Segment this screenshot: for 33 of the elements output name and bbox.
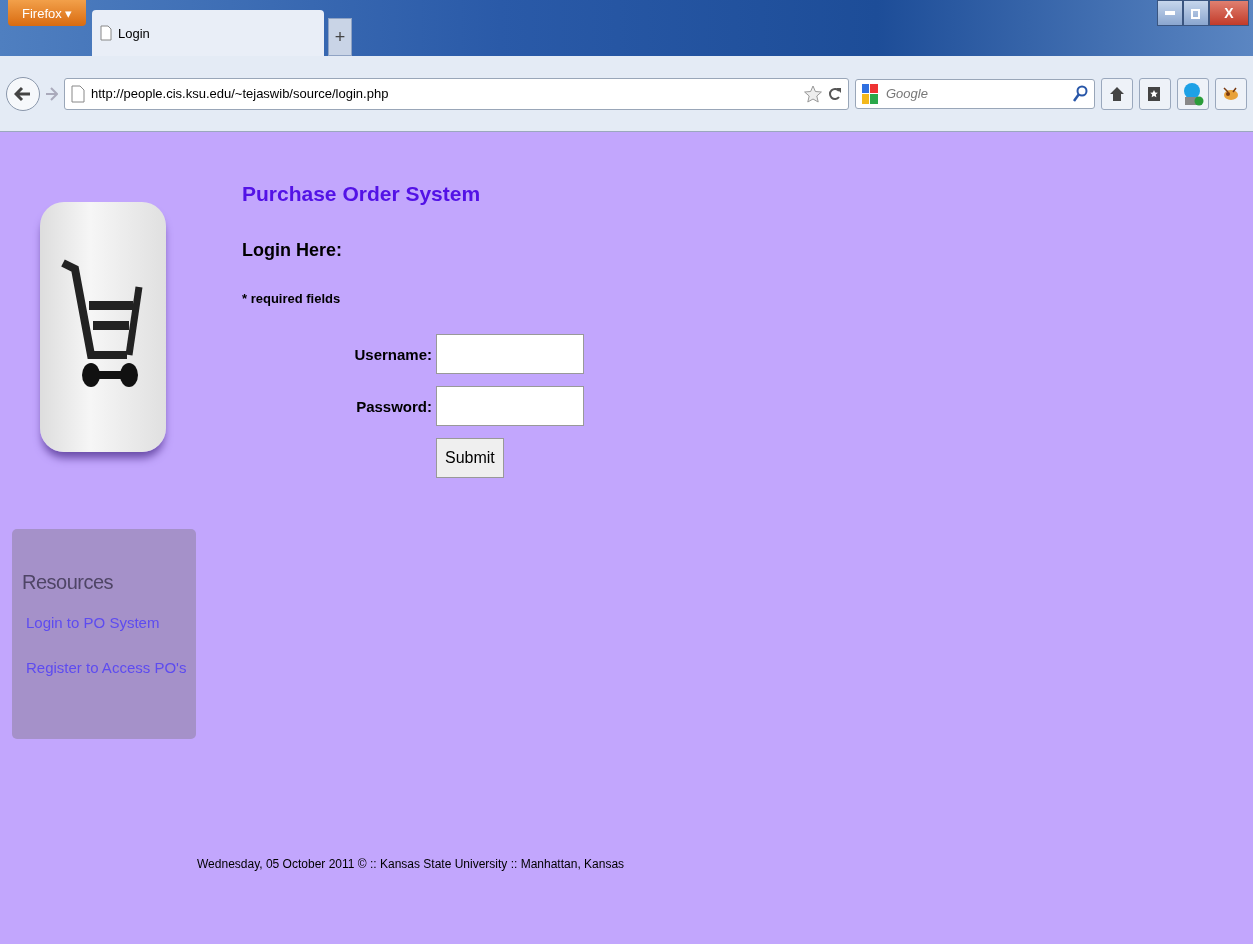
- phone-app-icon: [1182, 81, 1204, 106]
- minimize-button[interactable]: [1157, 0, 1183, 26]
- resources-title: Resources: [22, 571, 115, 594]
- address-bar[interactable]: http://people.cis.ksu.edu/~tejaswib/source/login.php: [64, 77, 849, 110]
- page-icon: [100, 25, 112, 41]
- star-book-icon: [1147, 85, 1163, 102]
- home-button[interactable]: [1101, 77, 1133, 110]
- back-arrow-icon: [14, 85, 32, 102]
- restore-button[interactable]: [1183, 0, 1209, 26]
- submit-button[interactable]: Submit: [436, 438, 504, 478]
- field-label: Username:: [353, 345, 432, 363]
- search-icon[interactable]: [1072, 84, 1088, 103]
- page-icon: [71, 84, 85, 103]
- back-button[interactable]: [6, 76, 40, 111]
- reload-icon[interactable]: [828, 85, 842, 102]
- username-field[interactable]: [436, 334, 584, 374]
- search-engine-icon: [862, 83, 878, 104]
- home-icon: [1109, 85, 1125, 102]
- footer-text: Wednesday, 05 October 2011 © :: Kansas State University :: Manhattan, Kansas: [197, 856, 626, 873]
- password-field[interactable]: [436, 386, 584, 426]
- minimize-icon: [1165, 11, 1175, 15]
- skype-button[interactable]: [1177, 77, 1209, 110]
- login-heading: Login Here:: [242, 240, 343, 261]
- search-bar[interactable]: Google: [855, 78, 1095, 109]
- close-button[interactable]: X: [1209, 0, 1249, 26]
- browser-tab[interactable]: Login: [92, 10, 324, 56]
- new-tab-button[interactable]: +: [328, 18, 352, 56]
- field-label: Password:: [355, 397, 432, 415]
- restore-icon: [1191, 7, 1201, 19]
- required-note: * required fields: [242, 291, 342, 306]
- star-icon[interactable]: [804, 84, 822, 103]
- page-title: Purchase Order System: [242, 182, 482, 206]
- bookmarks-button[interactable]: [1139, 77, 1171, 110]
